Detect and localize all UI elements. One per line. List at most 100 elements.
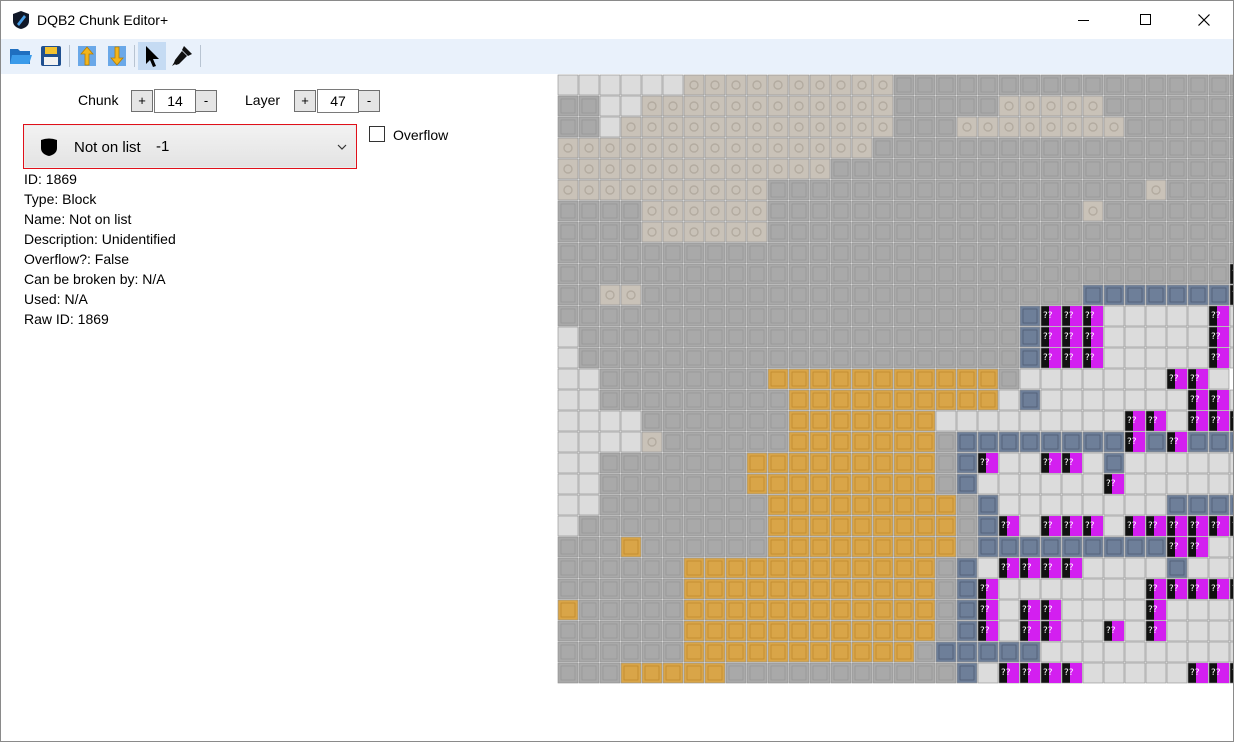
tile-stone-block[interactable] [725, 242, 747, 264]
tile-light-block[interactable] [1082, 620, 1104, 642]
tile-light-block[interactable] [998, 410, 1020, 432]
tile-stone-block[interactable] [746, 242, 768, 264]
tile-sandstone-block[interactable] [788, 137, 810, 159]
tile-sandstone-orange-block[interactable] [872, 473, 894, 495]
tile-stone-block[interactable] [935, 431, 957, 453]
tile-unknown-block[interactable]: ?? [1187, 536, 1209, 558]
tile-stone-block[interactable] [956, 536, 978, 558]
tile-light-block[interactable] [1124, 389, 1146, 411]
tile-sandstone-block[interactable] [557, 158, 579, 180]
tile-stone-block[interactable] [683, 326, 705, 348]
tile-stone-block[interactable] [578, 95, 600, 117]
tile-light-block[interactable] [599, 95, 621, 117]
tile-sandstone-orange-block[interactable] [830, 494, 852, 516]
tile-stone-block[interactable] [1187, 137, 1209, 159]
tile-sandstone-orange-block[interactable] [788, 578, 810, 600]
tile-light-block[interactable] [1019, 515, 1041, 537]
tile-stone-block[interactable] [851, 662, 873, 684]
tile-stone-block[interactable] [830, 158, 852, 180]
tile-stone-block[interactable] [872, 221, 894, 243]
tile-stone-block[interactable] [1187, 263, 1209, 285]
tile-stone-block[interactable] [872, 347, 894, 369]
tile-light-block[interactable] [599, 116, 621, 138]
tile-sandstone-orange-block[interactable] [767, 452, 789, 474]
tile-stone-block[interactable] [578, 536, 600, 558]
tile-sandstone-orange-block[interactable] [914, 389, 936, 411]
tile-stone-block[interactable] [662, 452, 684, 474]
tile-stone-block[interactable] [1061, 284, 1083, 306]
tile-stone-block[interactable] [956, 263, 978, 285]
tile-light-block[interactable] [977, 662, 999, 684]
tile-sandstone-block[interactable] [620, 116, 642, 138]
tile-sandstone-block[interactable] [578, 158, 600, 180]
tile-stone-block[interactable] [725, 263, 747, 285]
tile-stone-block[interactable] [725, 662, 747, 684]
tile-brick-block[interactable] [1061, 431, 1083, 453]
tile-unknown-block[interactable]: ?? [1229, 578, 1233, 600]
tile-light-block[interactable] [578, 473, 600, 495]
tile-stone-block[interactable] [641, 368, 663, 390]
tile-stone-block[interactable] [956, 326, 978, 348]
tile-sandstone-orange-block[interactable] [893, 599, 915, 621]
tile-light-block[interactable] [1166, 305, 1188, 327]
tile-sandstone-block[interactable] [1082, 95, 1104, 117]
tile-light-block[interactable] [1208, 368, 1230, 390]
tile-light-block[interactable] [998, 389, 1020, 411]
tile-sandstone-block[interactable] [830, 137, 852, 159]
tile-sandstone-orange-block[interactable] [704, 578, 726, 600]
tile-light-block[interactable] [1082, 557, 1104, 579]
tile-light-block[interactable] [998, 620, 1020, 642]
tile-stone-block[interactable] [662, 473, 684, 495]
tile-brick-block[interactable] [1082, 431, 1104, 453]
tile-stone-block[interactable] [578, 263, 600, 285]
tile-stone-block[interactable] [599, 263, 621, 285]
tile-sandstone-orange-block[interactable] [746, 620, 768, 642]
tile-sandstone-block[interactable] [578, 137, 600, 159]
tile-stone-block[interactable] [1229, 74, 1233, 96]
tile-stone-block[interactable] [893, 158, 915, 180]
tile-sandstone-orange-block[interactable] [914, 494, 936, 516]
tile-sandstone-block[interactable] [683, 200, 705, 222]
tile-stone-block[interactable] [662, 557, 684, 579]
tile-light-block[interactable] [1187, 347, 1209, 369]
tile-light-block[interactable] [1061, 389, 1083, 411]
tile-stone-block[interactable] [935, 242, 957, 264]
tile-stone-block[interactable] [746, 431, 768, 453]
tile-sandstone-orange-block[interactable] [788, 557, 810, 579]
tile-sandstone-orange-block[interactable] [914, 368, 936, 390]
tile-unknown-block[interactable]: ?? [1187, 662, 1209, 684]
tile-sandstone-block[interactable] [662, 158, 684, 180]
tile-light-block[interactable] [1082, 473, 1104, 495]
tile-light-block[interactable] [1229, 641, 1233, 663]
tile-sandstone-orange-block[interactable] [914, 620, 936, 642]
tile-stone-block[interactable] [662, 599, 684, 621]
tile-sandstone-block[interactable] [683, 179, 705, 201]
tile-sandstone-orange-block[interactable] [788, 599, 810, 621]
tile-sandstone-orange-block[interactable] [893, 620, 915, 642]
tile-light-block[interactable] [1061, 620, 1083, 642]
tile-unknown-block[interactable]: ?? [998, 515, 1020, 537]
tile-stone-block[interactable] [1124, 221, 1146, 243]
tile-light-block[interactable] [1208, 473, 1230, 495]
tile-stone-block[interactable] [1145, 221, 1167, 243]
tile-light-block[interactable] [1124, 620, 1146, 642]
tile-light-block[interactable] [1187, 473, 1209, 495]
tile-sandstone-block[interactable] [788, 116, 810, 138]
tile-light-block[interactable] [620, 410, 642, 432]
tile-brick-block[interactable] [1019, 431, 1041, 453]
tile-sandstone-orange-block[interactable] [788, 620, 810, 642]
tile-stone-block[interactable] [620, 494, 642, 516]
tile-unknown-block[interactable]: ?? [1103, 473, 1125, 495]
tile-brick-block[interactable] [956, 452, 978, 474]
tile-stone-block[interactable] [1124, 158, 1146, 180]
tile-stone-block[interactable] [977, 221, 999, 243]
tile-light-block[interactable] [557, 326, 579, 348]
tile-light-block[interactable] [1229, 473, 1233, 495]
tile-brick-block[interactable] [1019, 347, 1041, 369]
tile-unknown-block[interactable]: ?? [1061, 452, 1083, 474]
tile-sandstone-orange-block[interactable] [851, 389, 873, 411]
tile-stone-block[interactable] [557, 536, 579, 558]
tile-light-block[interactable] [1061, 368, 1083, 390]
tile-stone-block[interactable] [557, 200, 579, 222]
tile-unknown-block[interactable]: ?? [1208, 389, 1230, 411]
